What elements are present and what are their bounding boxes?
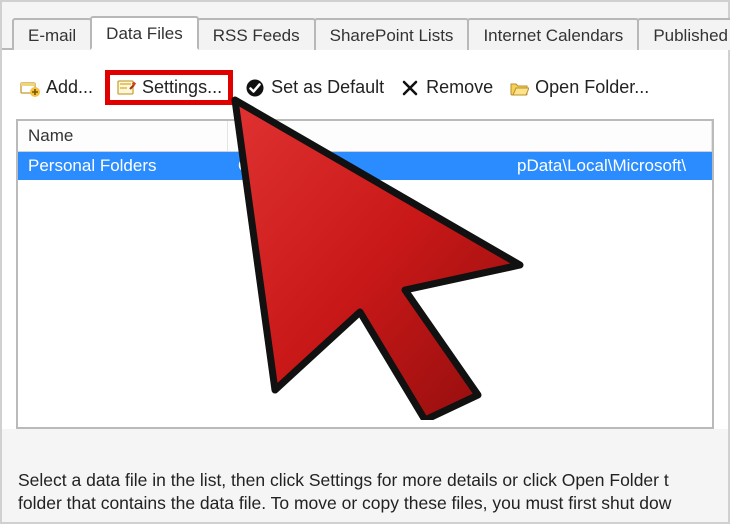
settings-button[interactable]: Settings... [105, 70, 233, 105]
add-icon [20, 78, 40, 98]
settings-icon [116, 78, 136, 98]
list-row[interactable]: Personal Folders O pData\Local\Microsoft… [18, 152, 712, 180]
tab-rss-feeds[interactable]: RSS Feeds [197, 18, 316, 50]
column-divider[interactable] [228, 121, 258, 151]
tab-published-calendars[interactable]: Published Ca [637, 18, 730, 50]
cell-name: Personal Folders [18, 152, 228, 180]
tab-internet-calendars[interactable]: Internet Calendars [467, 18, 639, 50]
set-default-button[interactable]: Set as Default [241, 75, 388, 100]
cell-path: pData\Local\Microsoft\ [507, 152, 712, 180]
list-header: Name [18, 121, 712, 152]
instruction-text: Select a data file in the list, then cli… [18, 469, 728, 516]
remove-icon [400, 78, 420, 98]
open-folder-label: Open Folder... [535, 77, 649, 98]
cell-gap [258, 152, 507, 180]
tab-data-files[interactable]: Data Files [90, 16, 199, 50]
tab-strip: E-mail Data Files RSS Feeds SharePoint L… [2, 14, 728, 50]
column-name[interactable]: Name [18, 121, 228, 151]
folder-open-icon [509, 78, 529, 98]
settings-label: Settings... [142, 77, 222, 98]
check-circle-icon [245, 78, 265, 98]
add-button[interactable]: Add... [16, 75, 97, 100]
set-default-label: Set as Default [271, 77, 384, 98]
column-path[interactable] [258, 121, 712, 151]
tab-content: Add... Settings... Set as Default Remove [2, 50, 728, 429]
toolbar: Add... Settings... Set as Default Remove [12, 62, 718, 119]
tab-sharepoint-lists[interactable]: SharePoint Lists [314, 18, 470, 50]
tab-email[interactable]: E-mail [12, 18, 92, 50]
add-label: Add... [46, 77, 93, 98]
remove-button[interactable]: Remove [396, 75, 497, 100]
remove-label: Remove [426, 77, 493, 98]
cell-location: O [228, 152, 258, 180]
open-folder-button[interactable]: Open Folder... [505, 75, 653, 100]
data-files-list[interactable]: Name Personal Folders O pData\Local\Micr… [16, 119, 714, 429]
